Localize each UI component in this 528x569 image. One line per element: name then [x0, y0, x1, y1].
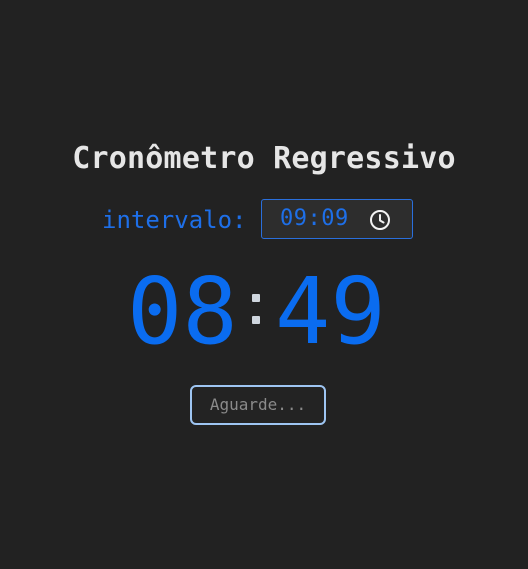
- countdown-minutes: 08: [127, 258, 238, 365]
- interval-label: intervalo:: [102, 206, 247, 234]
- wait-button[interactable]: Aguarde...: [190, 385, 326, 425]
- interval-row: intervalo: 09:09: [0, 199, 528, 241]
- interval-time-input[interactable]: 09:09: [261, 199, 413, 239]
- clock-icon[interactable]: [369, 209, 391, 231]
- countdown-display: 08 49: [0, 262, 528, 362]
- interval-time-value[interactable]: 09:09: [280, 199, 349, 239]
- page-title: Cronômetro Regressivo: [72, 141, 456, 176]
- countdown-separator: [244, 290, 268, 330]
- countdown-seconds: 49: [275, 258, 386, 365]
- countdown-app: Cronômetro Regressivo intervalo: 09:09 0…: [0, 0, 528, 569]
